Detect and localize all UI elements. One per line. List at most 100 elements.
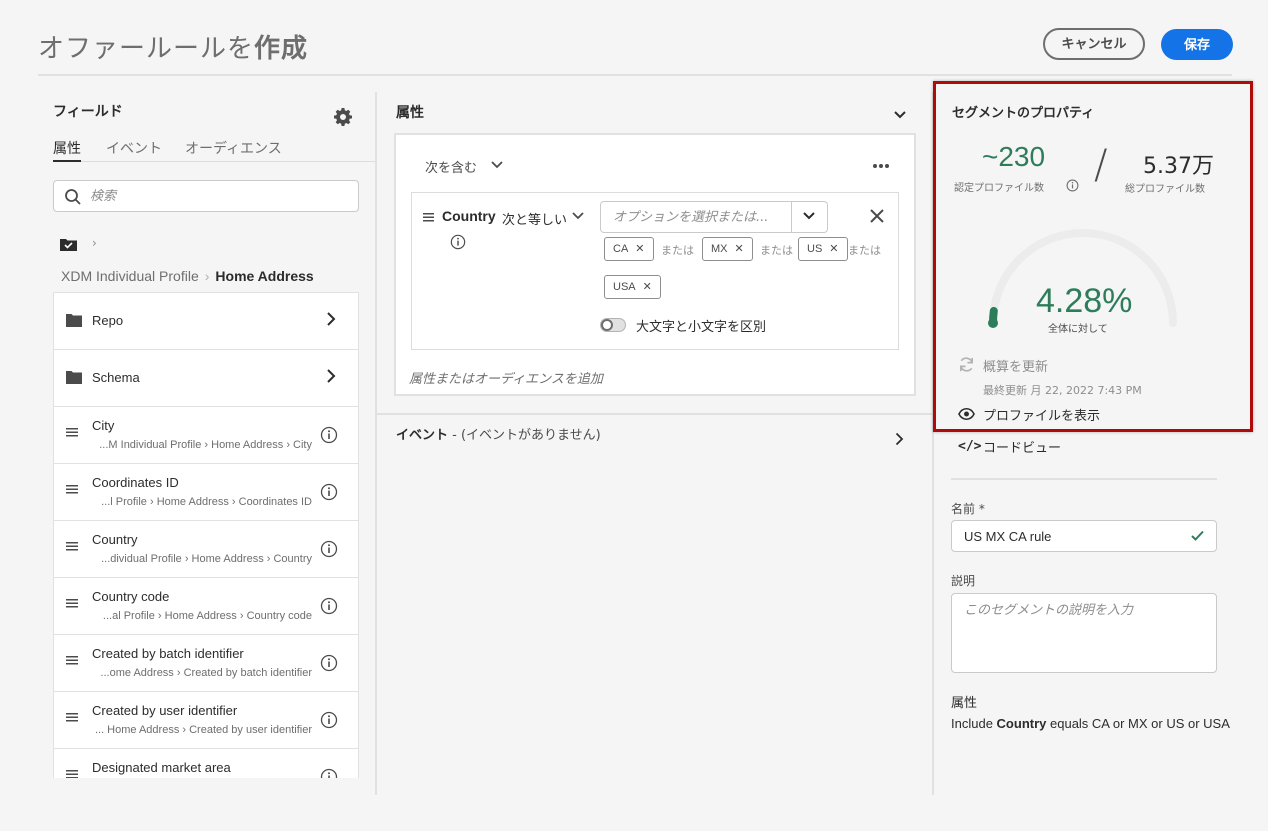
info-icon[interactable]: [320, 768, 338, 778]
chevron-right-icon[interactable]: [895, 432, 904, 446]
section-divider: [377, 413, 933, 415]
remove-tag-icon[interactable]: ✕: [643, 281, 652, 293]
save-button[interactable]: 保存: [1161, 29, 1233, 60]
or-label: または: [760, 244, 793, 257]
list-item-path: ...dividual Profile › Home Address › Cou…: [101, 553, 312, 565]
tab-events[interactable]: イベント: [106, 138, 162, 158]
active-tab-indicator: [53, 160, 81, 162]
tab-audiences[interactable]: オーディエンス: [185, 138, 282, 158]
info-icon[interactable]: [320, 540, 338, 558]
drag-handle-icon[interactable]: [66, 541, 78, 551]
close-icon[interactable]: [870, 209, 884, 223]
remove-tag-icon[interactable]: ✕: [635, 243, 644, 255]
description-input[interactable]: [951, 593, 1217, 673]
search-input[interactable]: [90, 185, 350, 207]
header-divider: [38, 74, 1232, 76]
value-tag-label: USA: [613, 281, 636, 293]
percentage-label: 全体に対して: [1048, 324, 1108, 335]
ratio-separator: /: [1094, 142, 1108, 188]
name-field-label: 名前 *: [951, 502, 985, 516]
code-icon[interactable]: </>: [958, 439, 981, 454]
value-tag[interactable]: MX ✕: [702, 237, 753, 261]
eye-icon[interactable]: [958, 407, 975, 421]
drag-handle-icon[interactable]: [66, 484, 78, 494]
info-icon[interactable]: [320, 654, 338, 672]
add-attribute-dropzone[interactable]: 属性またはオーディエンスを追加: [409, 368, 603, 387]
chevron-down-icon[interactable]: [491, 161, 503, 169]
events-section-header[interactable]: イベント - (イベントがありません): [396, 424, 601, 443]
options-combobox[interactable]: [600, 201, 828, 233]
more-icon[interactable]: [872, 163, 890, 169]
chevron-right-icon: [327, 369, 336, 383]
info-icon[interactable]: [320, 483, 338, 501]
refresh-icon[interactable]: [958, 356, 975, 373]
drag-handle-icon[interactable]: [66, 712, 78, 722]
info-icon[interactable]: [320, 597, 338, 615]
breadcrumb-chevron-icon: ›: [92, 236, 97, 250]
attributes-summary: Include Country equals CA or MX or US or…: [951, 716, 1230, 731]
list-item-field[interactable]: City ...M Individual Profile › Home Addr…: [53, 407, 359, 464]
value-tag[interactable]: US ✕: [798, 237, 848, 261]
options-dropdown-button[interactable]: [791, 202, 827, 232]
value-tag-label: US: [807, 243, 823, 255]
folder-check-icon[interactable]: [60, 236, 77, 255]
options-input[interactable]: [613, 207, 789, 227]
column-divider: [375, 92, 377, 795]
list-item-field[interactable]: Country ...dividual Profile › Home Addre…: [53, 521, 359, 578]
drag-handle-icon[interactable]: [66, 598, 78, 608]
list-item-title: Coordinates ID: [92, 475, 179, 490]
list-item-title: City: [92, 418, 115, 433]
list-item-folder[interactable]: Schema: [53, 350, 359, 407]
case-sensitive-toggle[interactable]: [600, 318, 626, 332]
tab-attributes[interactable]: 属性: [53, 138, 81, 158]
page-title: オファールールを作成: [38, 28, 308, 65]
refresh-estimate-button[interactable]: 概算を更新: [983, 356, 1048, 375]
list-item-field[interactable]: Country code ...al Profile › Home Addres…: [53, 578, 359, 635]
tabs-divider: [53, 161, 375, 162]
list-item-title: Designated market area: [92, 760, 231, 775]
chevron-down-icon[interactable]: [572, 212, 584, 220]
code-view-link[interactable]: コードビュー: [983, 437, 1061, 456]
drag-handle-icon[interactable]: [423, 213, 434, 222]
attributes-section-title: 属性: [396, 105, 424, 121]
view-profiles-link[interactable]: プロファイルを表示: [983, 405, 1100, 424]
cancel-button[interactable]: キャンセル: [1043, 28, 1145, 60]
page-title-prefix: オファールールを: [38, 34, 255, 64]
chevron-down-icon[interactable]: [893, 110, 907, 120]
remove-tag-icon[interactable]: ✕: [829, 243, 838, 255]
includes-dropdown[interactable]: 次を含む: [425, 157, 477, 176]
drag-handle-icon[interactable]: [66, 427, 78, 437]
drag-handle-icon[interactable]: [66, 655, 78, 665]
list-item-path: ...al Profile › Home Address › Country c…: [102, 610, 312, 622]
checkmark-icon: [1191, 530, 1204, 541]
search-field[interactable]: [53, 180, 359, 212]
total-profiles-count: 5.37万: [1143, 154, 1214, 179]
value-tag[interactable]: USA ✕: [604, 275, 661, 299]
value-tag-label: MX: [711, 243, 728, 255]
list-item-field[interactable]: Created by user identifier ... Home Addr…: [53, 692, 359, 749]
qualified-profiles-count: ~230: [982, 141, 1046, 172]
drag-handle-icon[interactable]: [66, 769, 78, 778]
list-item-path: ... Home Address › Created by user ident…: [94, 724, 312, 736]
list-item-folder[interactable]: Repo: [53, 293, 359, 350]
remove-tag-icon[interactable]: ✕: [735, 243, 744, 255]
breadcrumb-root[interactable]: XDM Individual Profile: [61, 268, 199, 284]
list-item-path: ...M Individual Profile › Home Address ›…: [99, 439, 312, 451]
list-item-title: Created by batch identifier: [92, 646, 244, 661]
operator-dropdown[interactable]: 次と等しい: [502, 209, 567, 228]
name-field[interactable]: [951, 520, 1217, 552]
total-profiles-label: 総プロファイル数: [1125, 184, 1205, 195]
name-input[interactable]: [964, 527, 1184, 545]
list-item-field[interactable]: Coordinates ID ...l Profile › Home Addre…: [53, 464, 359, 521]
field-list[interactable]: Repo Schema City ...M Individual Profile…: [53, 292, 359, 778]
info-icon[interactable]: [320, 426, 338, 444]
value-tag[interactable]: CA ✕: [604, 237, 654, 261]
list-item-field[interactable]: Created by batch identifier ...ome Addre…: [53, 635, 359, 692]
info-icon[interactable]: [450, 234, 466, 250]
value-tag-label: CA: [613, 243, 629, 255]
info-icon[interactable]: [320, 711, 338, 729]
list-item-title: Country: [92, 532, 138, 547]
info-icon[interactable]: [1066, 179, 1079, 192]
list-item-field[interactable]: Designated market area: [53, 749, 359, 778]
gear-icon[interactable]: [333, 107, 353, 127]
